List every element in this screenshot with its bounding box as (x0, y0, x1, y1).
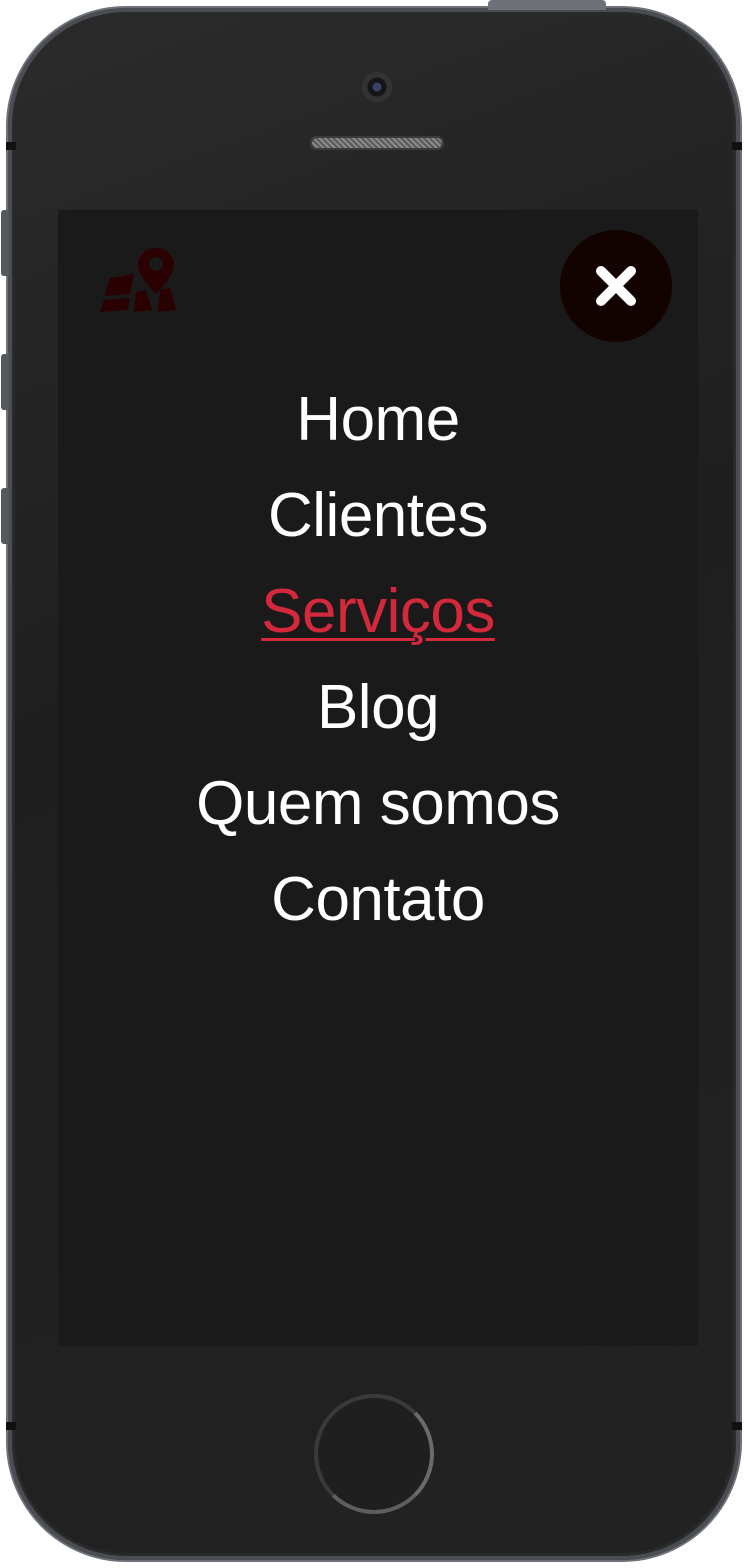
volume-down-button (1, 488, 9, 544)
nav-link-clientes[interactable]: Clientes (268, 481, 489, 550)
nav-link-home[interactable]: Home (296, 385, 460, 454)
close-menu-button[interactable] (560, 230, 672, 342)
nav-item-contato: Contato (58, 852, 698, 948)
nav-item-clientes: Clientes (58, 468, 698, 564)
earpiece-speaker (310, 136, 444, 150)
nav-item-blog: Blog (58, 660, 698, 756)
nav-link-servicos[interactable]: Serviços (261, 577, 495, 646)
antenna-band (6, 142, 16, 150)
nav-item-servicos: Serviços (58, 564, 698, 660)
screen: Home Clientes Serviços Blog Quem somos C… (58, 210, 698, 1346)
antenna-band (6, 1422, 16, 1430)
main-nav: Home Clientes Serviços Blog Quem somos C… (58, 372, 698, 948)
home-button[interactable] (314, 1394, 434, 1514)
nav-item-home: Home (58, 372, 698, 468)
antenna-band (732, 142, 742, 150)
antenna-band (732, 1422, 742, 1430)
front-camera (362, 72, 392, 102)
close-icon (596, 266, 636, 306)
nav-link-quem-somos[interactable]: Quem somos (196, 769, 560, 838)
nav-item-quem-somos: Quem somos (58, 756, 698, 852)
power-button (488, 0, 606, 10)
mute-switch (1, 210, 9, 276)
nav-link-blog[interactable]: Blog (317, 673, 440, 742)
map-pin-icon[interactable] (100, 244, 180, 314)
volume-up-button (1, 354, 9, 410)
nav-link-contato[interactable]: Contato (271, 865, 485, 934)
phone-frame: Home Clientes Serviços Blog Quem somos C… (1, 0, 742, 1560)
